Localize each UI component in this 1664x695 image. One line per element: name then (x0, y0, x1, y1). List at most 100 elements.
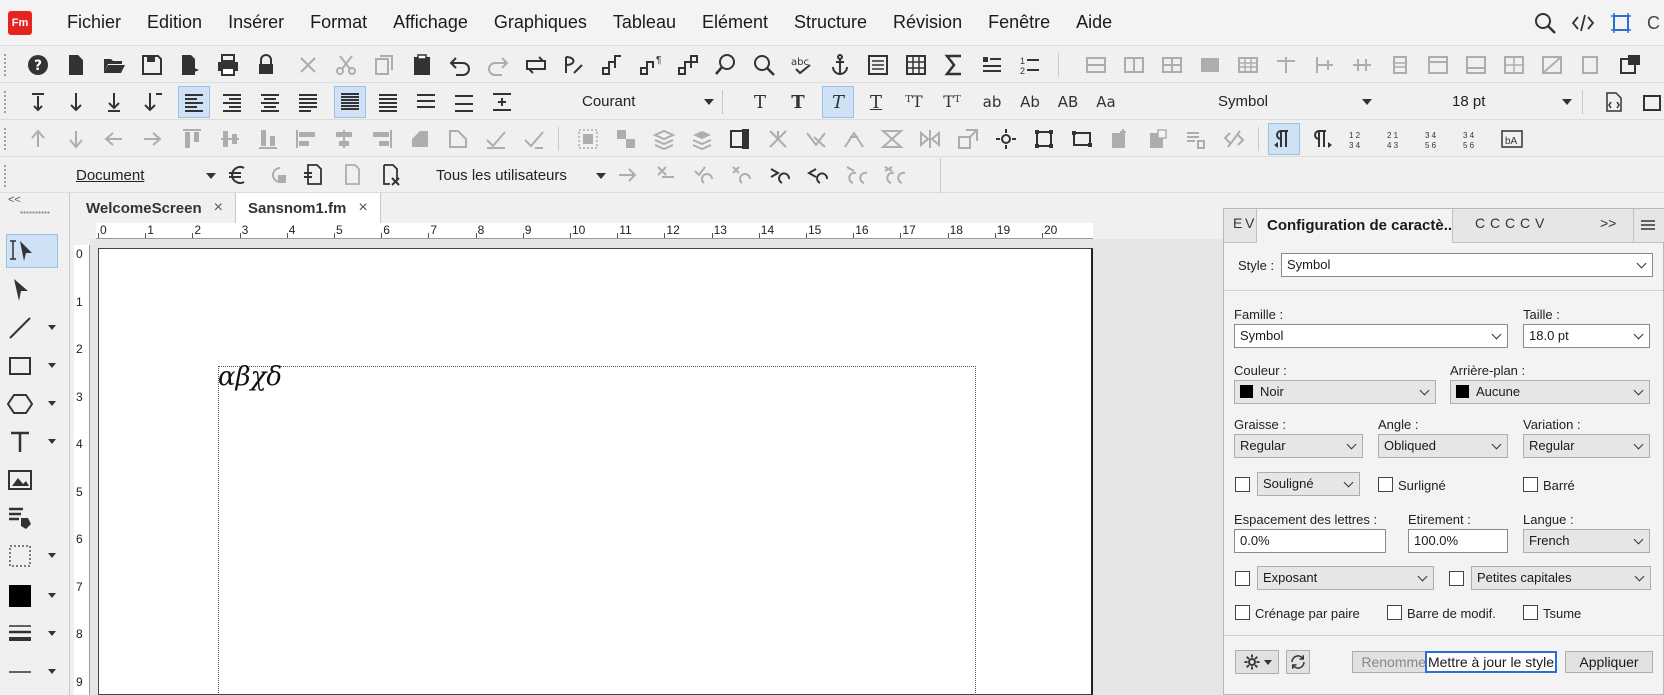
scale-icon[interactable] (952, 123, 984, 155)
menu-inserer[interactable]: Insérer (215, 12, 297, 33)
chevron-down-icon[interactable] (1562, 99, 1572, 105)
align-middles-icon[interactable] (214, 123, 246, 155)
redo-icon[interactable] (482, 49, 514, 81)
tsume-checkbox[interactable] (1523, 605, 1538, 620)
menu-fichier[interactable]: Fichier (54, 12, 134, 33)
export-icon[interactable] (1636, 86, 1664, 118)
reverse-icon[interactable] (558, 49, 590, 81)
menu-structure[interactable]: Structure (781, 12, 880, 33)
table-tool-icon[interactable] (1156, 49, 1188, 81)
cut-icon[interactable] (330, 49, 362, 81)
line-spacing-icon[interactable] (372, 86, 404, 118)
unsmooth-icon[interactable] (876, 123, 908, 155)
underline-select[interactable]: Souligné (1257, 472, 1360, 496)
update-style-button[interactable]: Mettre à jour le style (1425, 651, 1557, 673)
reject-change-icon[interactable] (726, 159, 758, 191)
font-direction-icon[interactable]: bA (1496, 123, 1528, 155)
accept-change-icon[interactable] (650, 159, 682, 191)
toolbar-grip[interactable] (3, 127, 7, 151)
print-icon[interactable] (212, 49, 244, 81)
rotate-icon[interactable] (404, 123, 436, 155)
table-tool-icon[interactable] (1232, 49, 1264, 81)
anchor-icon[interactable] (824, 49, 856, 81)
align-centers-icon[interactable] (328, 123, 360, 155)
stretch-input[interactable]: 100.0% (1408, 529, 1508, 553)
add-line-icon[interactable] (486, 86, 518, 118)
refresh-button[interactable] (1286, 650, 1310, 674)
italic-button[interactable]: T (822, 92, 854, 113)
digits-icon[interactable]: 2 14 3 (1382, 123, 1414, 155)
menu-revision[interactable]: Révision (880, 12, 975, 33)
group-icon[interactable] (572, 123, 604, 155)
digits-icon[interactable]: 3 45 6 (1458, 123, 1490, 155)
next-change-icon[interactable] (612, 159, 644, 191)
settings-menu-button[interactable] (1235, 650, 1279, 674)
table-tool-icon[interactable] (1614, 49, 1646, 81)
text-frame[interactable] (218, 366, 976, 695)
save-as-icon[interactable] (174, 49, 206, 81)
family-select[interactable]: Symbol (1234, 324, 1508, 348)
object-settings-icon[interactable] (990, 123, 1022, 155)
underline-button[interactable]: T (860, 92, 892, 113)
check-all-icon[interactable] (518, 123, 550, 155)
smooth-icon[interactable] (838, 123, 870, 155)
table-tool-icon[interactable] (1422, 49, 1454, 81)
align-right-icon[interactable] (216, 86, 248, 118)
line-width-tool[interactable] (6, 617, 58, 651)
line-tool[interactable] (6, 311, 58, 345)
smallcaps-button[interactable]: Aa (1090, 93, 1122, 111)
line-spacing-double-icon[interactable] (410, 86, 442, 118)
open-folder-icon[interactable] (98, 49, 130, 81)
arrow-up-icon[interactable] (22, 123, 54, 155)
link-broken-icon[interactable] (1218, 123, 1250, 155)
vertical-ruler[interactable]: 0 1 2 3 4 5 6 7 8 9 (74, 245, 90, 695)
lock-icon[interactable] (250, 49, 282, 81)
paragraph-direction-ltr-icon[interactable] (1268, 123, 1300, 155)
table-tool-icon[interactable] (1498, 49, 1530, 81)
angle-select[interactable]: Obliqued (1378, 434, 1508, 458)
uppercase-button[interactable]: AB (1052, 93, 1084, 111)
color-select[interactable]: Noir (1234, 380, 1436, 404)
panel-tab-v[interactable]: V (1245, 215, 1254, 231)
menu-aide[interactable]: Aide (1063, 12, 1125, 33)
menu-affichage[interactable]: Affichage (380, 12, 481, 33)
menu-element[interactable]: Elément (689, 12, 781, 33)
align-bottoms-icon[interactable] (252, 123, 284, 155)
xml-view-icon[interactable] (1598, 86, 1630, 118)
page-icon[interactable] (1142, 123, 1174, 155)
overline-checkbox[interactable] (1378, 477, 1393, 492)
weight-select[interactable]: Regular (1234, 434, 1363, 458)
show-inserted-icon[interactable] (764, 159, 796, 191)
collapse-panel-icon[interactable]: << (8, 194, 21, 206)
size-select[interactable]: 18.0 pt (1523, 324, 1650, 348)
font-size-select[interactable]: 18 pt (1452, 93, 1485, 110)
search-icon[interactable] (1533, 11, 1557, 35)
palette-grip[interactable] (20, 211, 50, 214)
insert-variable-icon[interactable] (596, 49, 628, 81)
align-top-icon[interactable] (22, 86, 54, 118)
space-below-icon[interactable] (136, 86, 168, 118)
ungroup-icon[interactable] (610, 123, 642, 155)
text-tool[interactable] (6, 425, 58, 459)
align-tops-icon[interactable] (176, 123, 208, 155)
frame-view-icon[interactable] (1609, 11, 1633, 35)
document-icon[interactable] (336, 159, 368, 191)
superscript-select[interactable]: Exposant (1257, 566, 1434, 590)
table-tool-icon[interactable] (1460, 49, 1492, 81)
menu-format[interactable]: Format (297, 12, 380, 33)
zoom-icon[interactable] (748, 49, 780, 81)
spell-check-icon[interactable]: abc (786, 49, 818, 81)
new-page-icon[interactable] (1104, 123, 1136, 155)
resize-frame-icon[interactable] (1066, 123, 1098, 155)
undo-icon[interactable] (444, 49, 476, 81)
smallcaps-select[interactable]: Petites capitales (1471, 566, 1651, 590)
underline-checkbox[interactable] (1235, 477, 1250, 492)
bring-front-icon[interactable] (648, 123, 680, 155)
frame-icon[interactable] (862, 49, 894, 81)
table-tool-icon[interactable] (1080, 49, 1112, 81)
tab-sansnom1[interactable]: Sansnom1.fm × (235, 193, 381, 223)
insert-marker-icon[interactable]: ¶ (634, 49, 666, 81)
chevron-down-icon[interactable] (704, 99, 714, 105)
chevron-down-icon[interactable] (48, 631, 56, 636)
more-tabs-button[interactable]: >> (1600, 215, 1616, 231)
